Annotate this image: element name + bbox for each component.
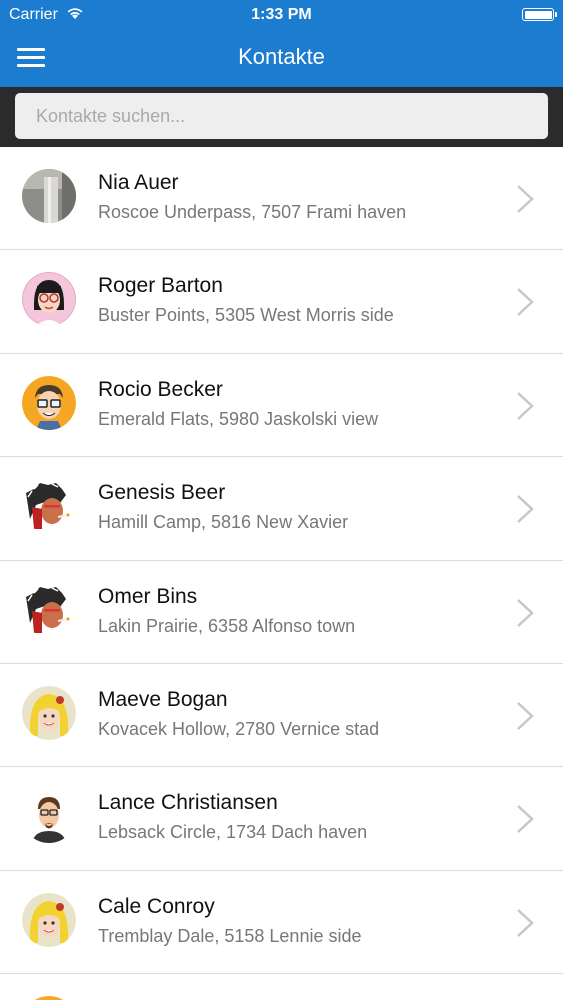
battery-icon	[522, 8, 557, 21]
app-header: Carrier 1:33 PM Kontakte	[0, 0, 563, 87]
status-bar: Carrier 1:33 PM	[0, 0, 563, 30]
contact-address: Hamill Camp, 5816 New Xavier	[98, 512, 349, 533]
contact-row[interactable]	[0, 974, 563, 1000]
contact-name: Roger Barton	[98, 274, 223, 298]
contact-name: Nia Auer	[98, 171, 179, 194]
avatar-photo	[22, 169, 76, 223]
chevron-right-icon	[517, 288, 534, 317]
avatar-woman-glasses	[22, 272, 76, 327]
contact-row[interactable]: Roger Barton Buster Points, 5305 West Mo…	[0, 250, 563, 354]
contact-address: Buster Points, 5305 West Morris side	[98, 305, 394, 326]
chevron-right-icon	[517, 908, 534, 937]
contact-list: Nia Auer Roscoe Underpass, 7507 Frami ha…	[0, 147, 563, 1000]
contact-row[interactable]: Nia Auer Roscoe Underpass, 7507 Frami ha…	[0, 147, 563, 251]
contact-address: Roscoe Underpass, 7507 Frami haven	[98, 202, 407, 222]
chevron-right-icon	[517, 805, 534, 834]
contact-row[interactable]: Genesis Beer Hamill Camp, 5816 New Xavie…	[0, 457, 563, 561]
contact-row[interactable]: Rocio Becker Emerald Flats, 5980 Jaskols…	[0, 353, 563, 458]
page-title: Kontakte	[238, 44, 325, 69]
contact-address: Kovacek Hollow, 2780 Vernice stad	[98, 718, 380, 739]
avatar-man-glasses	[22, 375, 76, 430]
contact-name: Genesis Beer	[98, 481, 226, 505]
chevron-right-icon	[517, 495, 534, 524]
avatar-partial	[22, 996, 76, 1000]
contact-row[interactable]: Lance Christiansen Lebsack Circle, 1734 …	[0, 767, 563, 871]
search-input[interactable]	[15, 93, 548, 139]
contact-row[interactable]: Omer Bins Lakin Prairie, 6358 Alfonso to…	[0, 560, 563, 664]
contact-address: Lakin Prairie, 6358 Alfonso town	[98, 615, 356, 636]
contact-name: Rocio Becker	[98, 377, 223, 401]
contact-name: Omer Bins	[98, 584, 198, 608]
contact-name: Cale Conroy	[98, 894, 215, 918]
contact-row[interactable]: Cale Conroy Tremblay Dale, 5158 Lennie s…	[0, 870, 563, 975]
contact-address: Tremblay Dale, 5158 Lennie side	[98, 925, 362, 946]
contact-address: Emerald Flats, 5980 Jaskolski view	[98, 408, 379, 429]
avatar-blonde-woman	[22, 892, 76, 947]
contact-name: Lance Christiansen	[98, 791, 278, 815]
avatar-headdress	[22, 582, 76, 637]
chevron-right-icon	[517, 598, 534, 627]
status-time: 1:33 PM	[251, 6, 312, 23]
search-bar	[0, 87, 563, 147]
chevron-right-icon	[517, 185, 534, 213]
avatar-blonde-woman	[22, 685, 76, 740]
contact-address: Lebsack Circle, 1734 Dach haven	[98, 822, 368, 843]
chevron-right-icon	[517, 391, 534, 420]
navigation-bar: Kontakte	[0, 30, 563, 87]
contact-row[interactable]: Maeve Bogan Kovacek Hollow, 2780 Vernice…	[0, 663, 563, 768]
chevron-right-icon	[517, 702, 534, 730]
avatar-man-goatee	[22, 789, 76, 844]
contact-name: Maeve Bogan	[98, 687, 228, 711]
avatar-headdress	[22, 479, 76, 534]
